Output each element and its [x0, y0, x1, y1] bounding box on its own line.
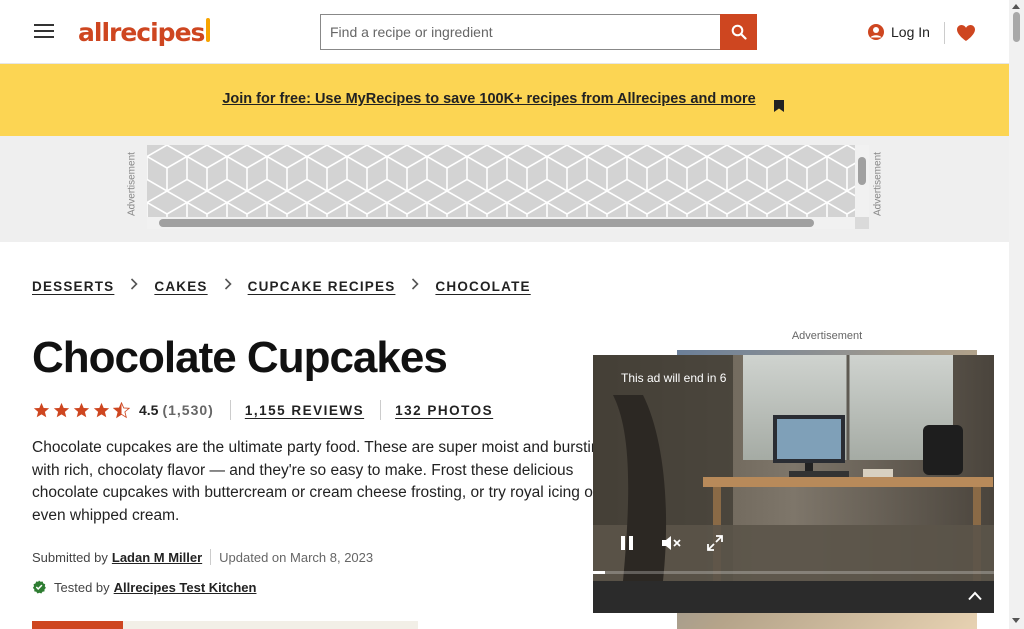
login-label: Log In — [891, 24, 930, 40]
breadcrumb-cupcake-recipes[interactable]: CUPCAKE RECIPES — [248, 279, 396, 294]
pause-button[interactable] — [609, 527, 645, 559]
chevron-up-icon — [968, 591, 982, 601]
fullscreen-button[interactable] — [697, 527, 733, 559]
login-button[interactable]: Log In — [867, 18, 934, 46]
ad-placeholder-image — [147, 145, 855, 217]
bookmark-icon — [774, 100, 784, 112]
breadcrumb-desserts[interactable]: DESSERTS — [32, 279, 114, 294]
search-icon — [731, 24, 747, 40]
user-icon — [868, 24, 884, 40]
video-collapse-button[interactable] — [962, 584, 988, 608]
chevron-right-icon — [395, 277, 435, 295]
rating-value[interactable]: 4.5 — [139, 402, 158, 418]
test-kitchen-link[interactable]: Allrecipes Test Kitchen — [114, 580, 257, 595]
reviews-link[interactable]: 1,155 REVIEWS — [245, 403, 364, 418]
recipe-description: Chocolate cupcakes are the ultimate part… — [32, 439, 609, 524]
right-ad-label: Advertisement — [791, 330, 863, 342]
recipe-title: Chocolate Cupcakes — [32, 333, 448, 382]
site-logo[interactable]: allrecipes — [78, 14, 210, 50]
video-player[interactable]: This ad will end in 6 — [593, 355, 994, 613]
promo-banner: Join for free: Use MyRecipes to save 100… — [0, 64, 1009, 136]
star-icon[interactable] — [32, 401, 51, 420]
video-control-strip — [593, 581, 994, 613]
logo-text: allrecipes — [78, 17, 205, 47]
scroll-up-arrow-icon[interactable] — [1012, 4, 1020, 9]
menu-icon[interactable] — [30, 18, 58, 44]
author-link[interactable]: Ladan M Miller — [112, 550, 202, 565]
search-button[interactable] — [720, 14, 757, 50]
recipe-ratings: 4.5 (1,530) 1,155 REVIEWS 132 PHOTOS — [32, 398, 493, 422]
ad-vertical-scrollbar[interactable] — [855, 145, 869, 217]
ad-label-left: Advertisement — [126, 152, 138, 216]
chevron-right-icon — [208, 277, 248, 295]
video-progress-bar[interactable] — [593, 571, 994, 574]
ad-horizontal-scrollbar[interactable] — [147, 217, 855, 229]
updated-date: Updated on March 8, 2023 — [219, 549, 374, 565]
star-icon[interactable] — [72, 401, 91, 420]
verified-check-icon — [32, 580, 46, 594]
promo-banner-link[interactable]: Join for free: Use MyRecipes to save 100… — [222, 91, 756, 112]
muted-speaker-icon — [662, 536, 681, 550]
byline-divider — [210, 549, 212, 565]
fullscreen-icon — [707, 535, 723, 551]
photos-link[interactable]: 132 PHOTOS — [395, 403, 493, 418]
star-icon[interactable] — [92, 401, 111, 420]
save-button[interactable] — [32, 621, 123, 629]
search-input[interactable] — [320, 14, 720, 50]
heart-icon — [957, 25, 975, 41]
saved-recipes-button[interactable] — [954, 20, 978, 46]
video-progress-fill — [593, 571, 606, 574]
save-recipe-bar[interactable] — [32, 621, 418, 629]
ratings-divider — [380, 400, 382, 420]
scroll-down-arrow-icon[interactable] — [1012, 618, 1020, 623]
scrollbar-thumb[interactable] — [1013, 12, 1020, 42]
top-ad-frame[interactable] — [147, 145, 869, 229]
breadcrumb: DESSERTS CAKES CUPCAKE RECIPES CHOCOLATE — [32, 274, 531, 298]
breadcrumb-cakes[interactable]: CAKES — [154, 279, 207, 294]
chevron-right-icon — [114, 277, 154, 295]
mute-button[interactable] — [653, 527, 689, 559]
rating-count: (1,530) — [162, 402, 214, 418]
header-divider — [944, 22, 945, 44]
star-rating[interactable] — [32, 401, 131, 420]
logo-spoon-icon — [206, 18, 210, 42]
ratings-divider — [229, 400, 231, 420]
half-star-icon[interactable] — [112, 401, 131, 420]
banner-dismiss-button[interactable] — [770, 93, 788, 113]
tested-by-label: Tested by — [54, 579, 110, 595]
page-scrollbar[interactable] — [1009, 0, 1024, 629]
pause-icon — [621, 536, 633, 550]
star-icon[interactable] — [52, 401, 71, 420]
ad-countdown-text: This ad will end in 6 — [621, 371, 727, 385]
recipe-byline: Submitted by Ladan M Miller Updated on M… — [32, 548, 373, 566]
site-header: allrecipes Log In — [0, 0, 1009, 64]
submitted-by-label: Submitted by — [32, 549, 108, 565]
tested-by: Tested by Allrecipes Test Kitchen — [32, 578, 256, 596]
breadcrumb-chocolate[interactable]: CHOCOLATE — [435, 279, 530, 294]
